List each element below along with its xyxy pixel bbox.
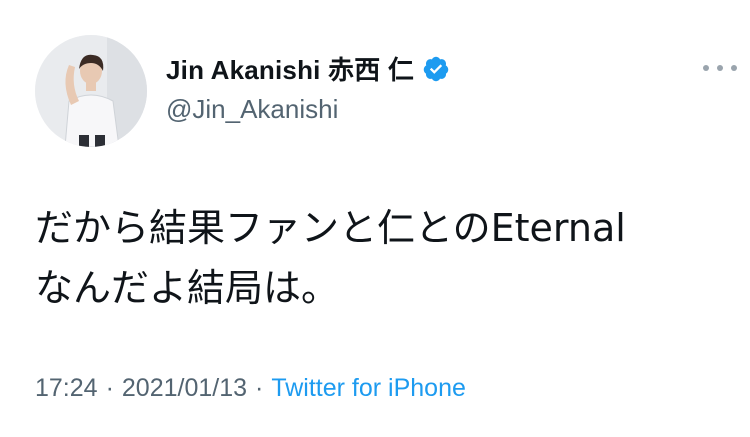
tweet-time[interactable]: 17:24 — [35, 374, 98, 402]
meta-separator: · — [105, 374, 114, 402]
meta-separator: · — [255, 374, 264, 402]
more-options-icon[interactable] — [703, 58, 737, 78]
display-name[interactable]: Jin Akanishi 赤西 仁 — [166, 50, 414, 87]
avatar[interactable] — [35, 35, 147, 147]
verified-badge-icon — [422, 55, 450, 83]
avatar-image — [35, 35, 147, 147]
tweet-card: Jin Akanishi 赤西 仁 @Jin_Akanishi だから結果ファン… — [0, 0, 750, 437]
more-dot — [717, 65, 723, 71]
tweet-text: だから結果ファンと仁とのEternal なんだよ結局は。 — [35, 206, 626, 310]
name-row: Jin Akanishi 赤西 仁 — [166, 50, 450, 87]
tweet-source-link[interactable]: Twitter for iPhone — [271, 374, 466, 402]
tweet-date[interactable]: 2021/01/13 — [122, 374, 247, 402]
user-handle[interactable]: @Jin_Akanishi — [166, 94, 338, 125]
more-dot — [703, 65, 709, 71]
more-dot — [731, 65, 737, 71]
tweet-meta: 17:24 · 2021/01/13 · Twitter for iPhone — [35, 374, 466, 403]
